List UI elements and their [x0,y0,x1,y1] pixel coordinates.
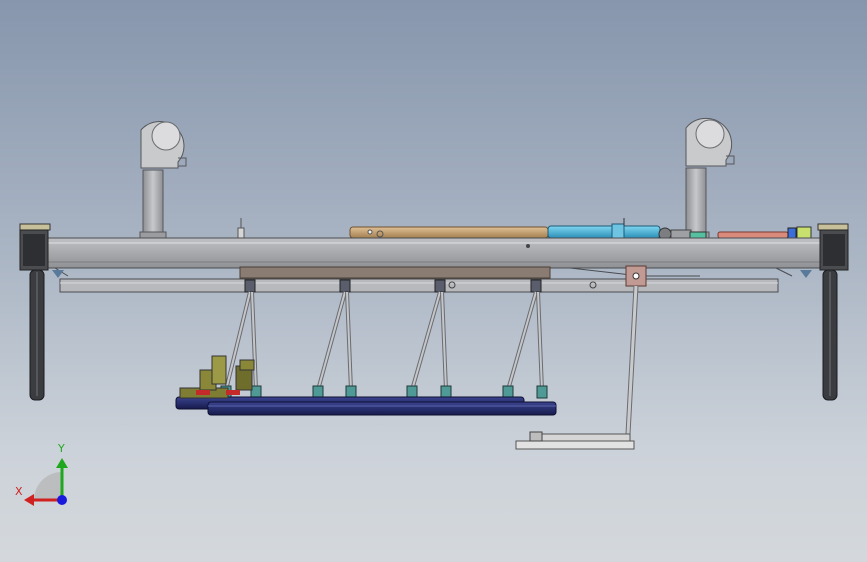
assembly-drawing[interactable] [0,0,867,562]
hanger-struts[interactable] [220,279,548,399]
right-leg[interactable] [817,223,849,401]
strut-foot-bracket [536,385,548,399]
strut-foot-bracket [345,385,357,399]
strut-top-bracket [530,279,542,293]
strut-top-bracket [339,279,351,293]
hanger-strut-pair [312,279,357,399]
bronze-rod [349,226,549,239]
strut-rod [507,291,537,391]
left-bearing-bore [151,121,181,151]
left-leg[interactable] [19,223,51,401]
strut-top-bracket [434,279,446,293]
left-bearing-assembly[interactable] [139,121,187,239]
strut-top-bracket [244,279,256,293]
base-plate [515,440,635,450]
right-bearing-bore [695,119,725,149]
z-axis-dot [57,495,67,505]
strut-foot-bracket [406,385,418,399]
hydraulic-cylinder [547,225,661,239]
triad-plane [34,472,62,500]
strut-foot-bracket [440,385,452,399]
cad-viewport[interactable]: Y X [0,0,867,562]
left-bearing-base [139,231,167,239]
actuator-assembly[interactable] [237,218,812,241]
y-axis-label: Y [58,442,65,455]
coordinate-triad [24,458,68,506]
right-bearing-assembly[interactable] [682,117,735,239]
hanger-strut-pair [502,279,548,399]
strut-foot-bracket [312,385,324,399]
main-frame[interactable] [35,237,827,293]
x-axis-label: X [15,485,23,498]
foot-bar-front [207,401,557,416]
lower-rail [59,278,779,293]
center-panel [239,266,551,279]
strut-foot-bracket [502,385,514,399]
left-bearing-post [142,169,164,239]
right-bearing-post [685,167,707,239]
strut-rod [317,291,346,391]
hanger-strut-pair [406,279,452,399]
salmon-rod [717,231,789,239]
clamp-assembly[interactable] [179,355,255,399]
strut-rod [411,291,441,391]
